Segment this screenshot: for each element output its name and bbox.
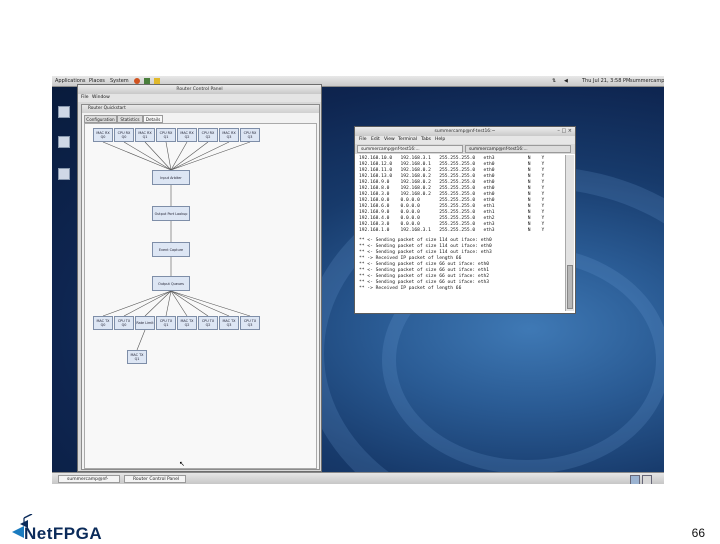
connector-line xyxy=(170,141,230,171)
scrollbar-thumb[interactable] xyxy=(567,265,573,309)
tab-statistics[interactable]: Statistics xyxy=(117,115,143,123)
node-cpu-tx-q3[interactable]: CPU TX Q3 xyxy=(240,316,260,330)
node-mac-rx-q3[interactable]: MAC RX Q3 xyxy=(219,128,239,142)
connector-line xyxy=(102,290,172,317)
node-input-arbiter[interactable]: Input Arbiter xyxy=(152,170,190,185)
connector-line xyxy=(136,329,146,351)
node-mac-rx-q2[interactable]: MAC RX Q2 xyxy=(177,128,197,142)
terminal-title[interactable]: summercamp@nf-test16:~ xyxy=(355,127,575,136)
terminal-menubar: File Edit View Terminal Tabs Help xyxy=(355,136,575,144)
slide: Applications Places System ⇅ ◀ Thu Jul 2… xyxy=(0,0,720,543)
terminal-tab-1[interactable]: summercamp@nf-test16:... xyxy=(357,145,463,153)
menu-help[interactable]: Help xyxy=(435,136,445,144)
node-cpu-rx-q3[interactable]: CPU RX Q3 xyxy=(240,128,260,142)
quickstart-title[interactable]: Router Quickstart xyxy=(82,105,319,113)
maximize-icon[interactable]: □ xyxy=(561,128,566,134)
terminal-output[interactable]: 192.168.10.0 192.168.3.1 255.255.255.0 e… xyxy=(357,155,563,311)
node-cpu-rx-q2[interactable]: CPU RX Q2 xyxy=(198,128,218,142)
node-cpu-tx-q0[interactable]: CPU TX Q0 xyxy=(114,316,134,330)
clock[interactable]: Thu Jul 21, 3:58 PM xyxy=(582,76,630,86)
computer-icon[interactable] xyxy=(58,106,70,118)
connector-line xyxy=(170,141,188,171)
connector-line xyxy=(170,290,209,317)
terminal-tabbar: summercamp@nf-test16:... summercamp@nf-t… xyxy=(355,144,575,154)
connector-line xyxy=(144,141,172,171)
terminal-tab-label: summercamp@nf-test16:... xyxy=(361,147,420,152)
menu-file[interactable]: File xyxy=(359,136,367,144)
node-cpu-tx-q1[interactable]: CPU TX Q1 xyxy=(156,316,176,330)
home-folder-icon[interactable] xyxy=(58,136,70,148)
network-icon[interactable]: ⇅ xyxy=(552,76,556,86)
node-mac-tx-q3[interactable]: MAC TX Q3 xyxy=(219,316,239,330)
connector-line xyxy=(102,141,172,171)
router-menubar: File Window xyxy=(78,94,321,102)
log-line: ** -> Received IP packet of length 66 xyxy=(359,286,462,291)
window-controls: – □ × xyxy=(557,128,572,135)
node-event-capture[interactable]: Event Capture xyxy=(152,242,190,257)
node-mac-tx-q2[interactable]: MAC TX Q2 xyxy=(177,316,197,330)
connector-line xyxy=(170,141,251,171)
pipeline-connectors xyxy=(102,141,251,351)
terminal-tab-label: summercamp@nf-test16:... xyxy=(469,147,528,152)
desktop-screenshot: Applications Places System ⇅ ◀ Thu Jul 2… xyxy=(52,76,664,484)
route-row: 192.168.1.0 192.168.3.1 255.255.255.0 et… xyxy=(359,228,545,233)
page-number: 66 xyxy=(691,526,705,540)
taskbar-item-router[interactable]: Router Control Panel xyxy=(124,475,186,483)
volume-icon[interactable]: ◀ xyxy=(564,76,568,86)
node-cpu-tx-q2[interactable]: CPU TX Q2 xyxy=(198,316,218,330)
menu-window[interactable]: Window xyxy=(92,94,110,102)
taskbar-item-terminal[interactable]: summercamp@nf-test... xyxy=(58,475,120,483)
connector-line xyxy=(123,290,172,317)
menu-file[interactable]: File xyxy=(81,94,89,102)
menu-terminal[interactable]: Terminal xyxy=(398,136,417,144)
node-rate-limit[interactable]: Rate Limit xyxy=(135,316,155,330)
workspace-switcher-1[interactable] xyxy=(630,475,640,484)
node-output-queues[interactable]: Output Queues xyxy=(152,276,190,291)
tab-details[interactable]: Details xyxy=(143,115,163,123)
menu-view[interactable]: View xyxy=(384,136,395,144)
connector-line xyxy=(170,290,251,317)
menu-tabs[interactable]: Tabs xyxy=(421,136,431,144)
router-quickstart-panel: Router Quickstart Configuration Statisti… xyxy=(81,104,320,470)
router-control-window[interactable]: Router Control Panel File Window Router … xyxy=(77,84,322,472)
menu-edit[interactable]: Edit xyxy=(371,136,380,144)
node-output-port-lookup[interactable]: Output Port Lookup xyxy=(152,206,190,221)
tab-configuration[interactable]: Configuration xyxy=(84,115,117,123)
minimize-icon[interactable]: – xyxy=(557,128,560,134)
connector-line xyxy=(123,141,172,171)
terminal-window[interactable]: summercamp@nf-test16:~ – □ × File Edit V… xyxy=(354,126,576,314)
bottom-panel: summercamp@nf-test... Router Control Pan… xyxy=(52,472,664,484)
pipeline-diagram: MAC RX Q0 CPU RX Q0 MAC RX Q1 CPU RX Q1 MAC … xyxy=(84,123,317,469)
node-mac-tx-q0[interactable]: MAC TX Q0 xyxy=(93,316,113,330)
node-cpu-rx-q1[interactable]: CPU RX Q1 xyxy=(156,128,176,142)
user-menu[interactable]: summercamp xyxy=(630,76,664,86)
mouse-cursor-icon: ↖ xyxy=(179,460,185,468)
workspace-switcher-2[interactable] xyxy=(642,475,652,484)
close-icon[interactable]: × xyxy=(568,128,572,134)
terminal-scrollbar[interactable] xyxy=(565,155,574,311)
connector-line xyxy=(144,290,172,317)
trash-icon[interactable] xyxy=(58,168,70,180)
node-mac-rx-q0[interactable]: MAC RX Q0 xyxy=(93,128,113,142)
node-mac-rx-q1[interactable]: MAC RX Q1 xyxy=(135,128,155,142)
router-window-title[interactable]: Router Control Panel xyxy=(78,85,321,94)
connector-line xyxy=(170,290,230,317)
node-mac-tx-q1[interactable]: MAC TX Q1 xyxy=(127,350,147,364)
node-cpu-rx-q0[interactable]: CPU RX Q0 xyxy=(114,128,134,142)
terminal-tab-2[interactable]: summercamp@nf-test16:... xyxy=(465,145,571,153)
netfpga-logo-text: NetFPGA xyxy=(24,524,103,543)
connector-line xyxy=(170,141,209,171)
